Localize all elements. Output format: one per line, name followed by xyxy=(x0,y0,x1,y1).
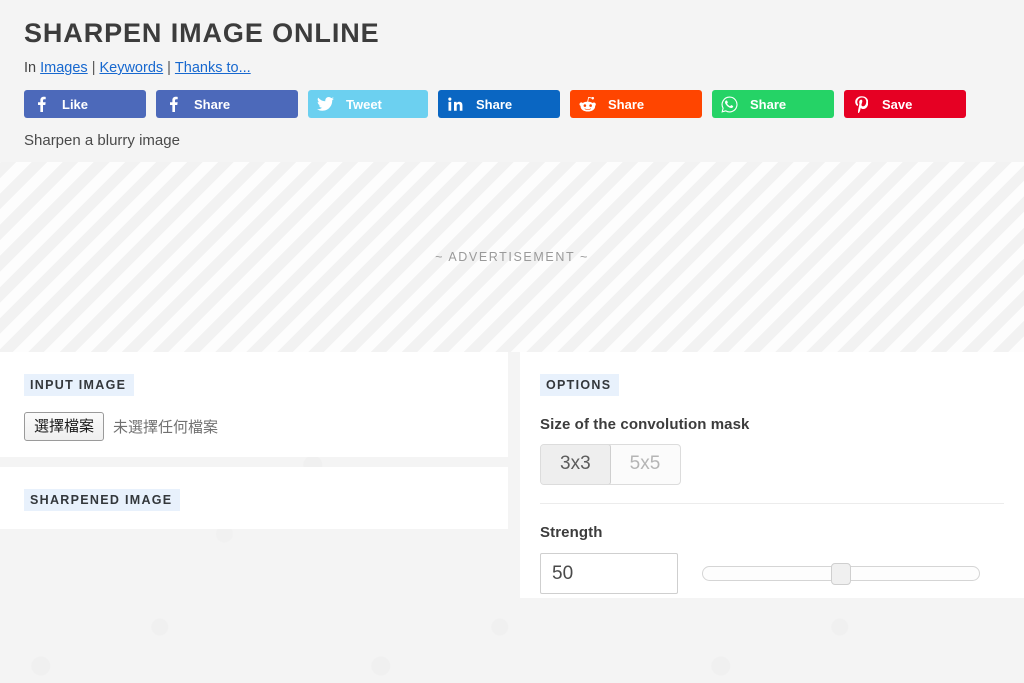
whatsapp-share-label: Share xyxy=(750,96,787,112)
strength-label: Strength xyxy=(540,524,603,541)
mask-size-option-3x3[interactable]: 3x3 xyxy=(541,445,611,484)
input-image-panel: INPUT IMAGE 選擇檔案 未選擇任何檔案 xyxy=(0,352,508,457)
reddit-alien-icon xyxy=(570,96,604,112)
social-share-bar: Like Share Tweet Share Share Share Save xyxy=(24,90,1000,118)
pinterest-p-icon xyxy=(844,95,878,113)
left-column: INPUT IMAGE 選擇檔案 未選擇任何檔案 SHARPENED IMAGE xyxy=(0,352,508,529)
strength-slider-thumb[interactable] xyxy=(831,562,851,585)
sharpened-image-panel: SHARPENED IMAGE xyxy=(0,467,508,529)
breadcrumb-link-keywords[interactable]: Keywords xyxy=(99,60,163,76)
breadcrumb-link-images[interactable]: Images xyxy=(40,60,88,76)
breadcrumb: In Images | Keywords | Thanks to... xyxy=(24,59,1000,77)
file-input-row[interactable]: 選擇檔案 未選擇任何檔案 xyxy=(24,412,484,441)
mask-size-label: Size of the convolution mask xyxy=(540,416,750,433)
mask-size-toggle-group[interactable]: 3x3 5x5 xyxy=(540,444,682,485)
facebook-share-button[interactable]: Share xyxy=(156,90,298,118)
whatsapp-share-button[interactable]: Share xyxy=(712,90,834,118)
mask-size-option-5x5[interactable]: 5x5 xyxy=(610,445,681,484)
twitter-bird-icon xyxy=(308,97,342,111)
facebook-like-button[interactable]: Like xyxy=(24,90,146,118)
strength-input[interactable] xyxy=(540,553,678,594)
facebook-f-icon xyxy=(156,96,190,112)
input-image-title: INPUT IMAGE xyxy=(24,374,135,396)
options-title: OPTIONS xyxy=(540,374,620,396)
breadcrumb-link-thanks-to[interactable]: Thanks to... xyxy=(175,60,251,76)
reddit-share-label: Share xyxy=(608,96,645,112)
breadcrumb-separator-2: | xyxy=(167,60,171,76)
twitter-tweet-label: Tweet xyxy=(346,96,382,112)
right-column: OPTIONS Size of the convolution mask 3x3… xyxy=(520,352,1024,598)
breadcrumb-separator-1: | xyxy=(91,60,96,76)
advertisement-label: ~ ADVERTISEMENT ~ xyxy=(435,250,589,264)
reddit-share-button[interactable]: Share xyxy=(570,90,702,118)
page-title: SHARPEN IMAGE ONLINE xyxy=(24,18,380,48)
facebook-f-icon xyxy=(24,96,58,112)
strength-slider[interactable] xyxy=(702,562,980,585)
facebook-share-label: Share xyxy=(194,96,231,112)
strength-control-row xyxy=(540,553,1004,594)
facebook-like-label: Like xyxy=(62,96,89,112)
linkedin-share-label: Share xyxy=(476,96,513,112)
sharpened-image-title: SHARPENED IMAGE xyxy=(24,489,181,511)
breadcrumb-prefix: In xyxy=(24,60,37,76)
linkedin-in-icon xyxy=(438,97,472,111)
pinterest-save-label: Save xyxy=(882,96,913,112)
page-header: SHARPEN IMAGE ONLINE In Images | Keywords |… xyxy=(0,0,1024,162)
advertisement-slot: ~ ADVERTISEMENT ~ xyxy=(0,162,1024,352)
twitter-tweet-button[interactable]: Tweet xyxy=(308,90,428,118)
whatsapp-icon xyxy=(712,96,746,113)
options-divider xyxy=(540,503,1004,504)
linkedin-share-button[interactable]: Share xyxy=(438,90,560,118)
page-subtitle: Sharpen a blurry image xyxy=(24,132,180,149)
pinterest-save-button[interactable]: Save xyxy=(844,90,966,118)
file-status-label: 未選擇任何檔案 xyxy=(113,418,219,436)
main-content: INPUT IMAGE 選擇檔案 未選擇任何檔案 SHARPENED IMAGE… xyxy=(0,352,1024,598)
choose-file-button[interactable]: 選擇檔案 xyxy=(24,412,105,441)
options-panel: OPTIONS Size of the convolution mask 3x3… xyxy=(520,352,1024,598)
